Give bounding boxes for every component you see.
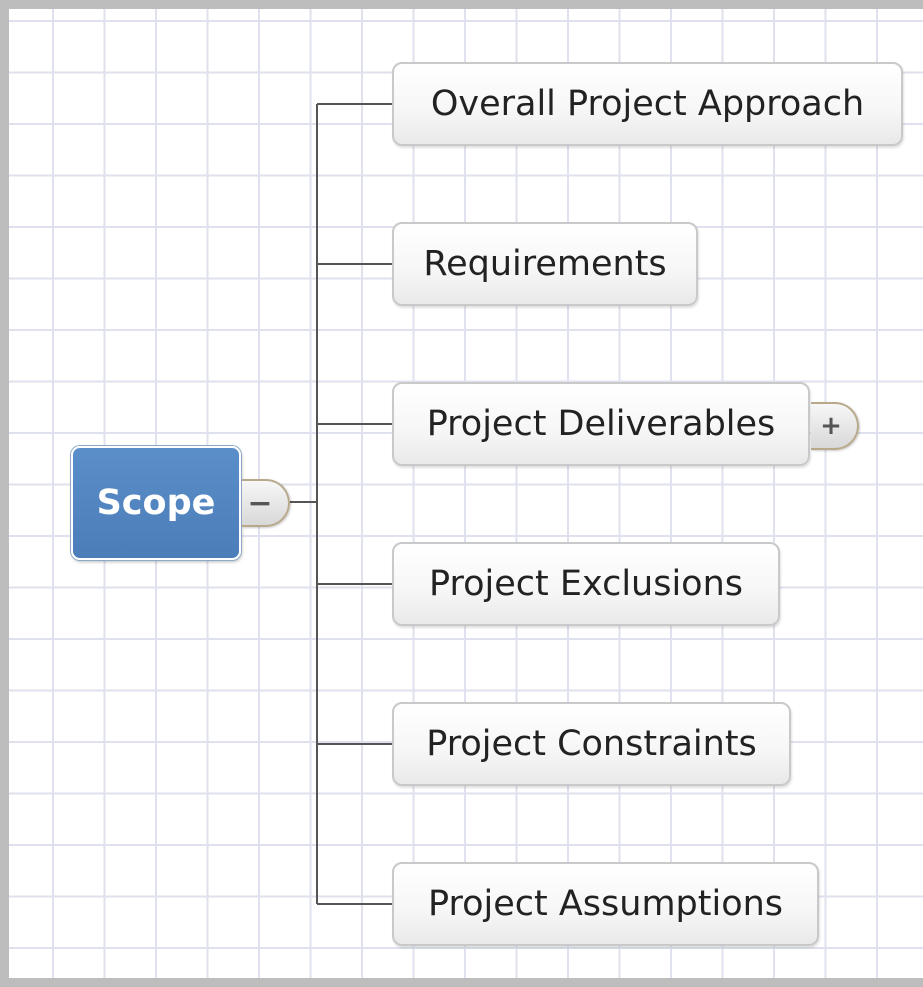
subtopic-label: Overall Project Approach: [430, 84, 865, 124]
subtopic-label: Project Assumptions: [427, 884, 784, 924]
root-topic-scope[interactable]: Scope: [71, 446, 241, 560]
expand-toggle-button[interactable]: +: [811, 402, 859, 450]
subtopic-label: Project Deliverables: [426, 404, 776, 444]
subtopic-label: Requirements: [423, 244, 667, 284]
subtopic-project-constraints[interactable]: Project Constraints: [392, 702, 791, 786]
minus-icon: −: [247, 485, 273, 521]
subtopic-requirements[interactable]: Requirements: [392, 222, 698, 306]
collapse-toggle-button[interactable]: −: [242, 479, 290, 527]
subtopic-project-exclusions[interactable]: Project Exclusions: [392, 542, 780, 626]
subtopic-project-deliverables[interactable]: Project Deliverables: [392, 382, 810, 466]
mindmap-canvas[interactable]: Scope − Overall Project Approach Require…: [0, 0, 923, 987]
subtopic-overall-project-approach[interactable]: Overall Project Approach: [392, 62, 903, 146]
subtopic-label: Project Exclusions: [428, 564, 744, 604]
plus-icon: +: [820, 411, 842, 441]
subtopic-label: Project Constraints: [426, 724, 757, 764]
subtopic-project-assumptions[interactable]: Project Assumptions: [392, 862, 819, 946]
root-topic-label: Scope: [96, 483, 216, 523]
